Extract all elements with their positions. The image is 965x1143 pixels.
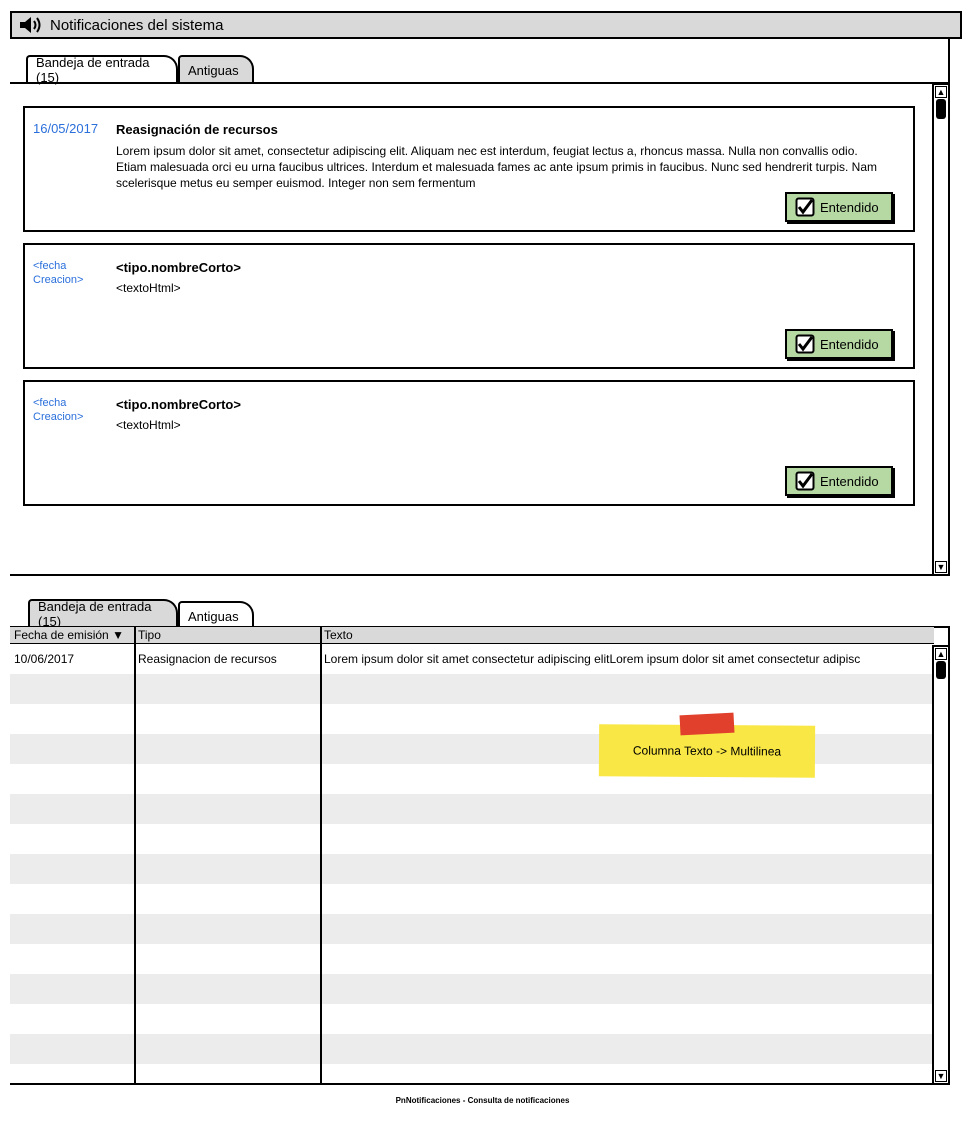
tab-label: Bandeja de entrada (15) — [36, 55, 150, 85]
table-row — [10, 1004, 934, 1034]
button-label: Entendido — [820, 199, 879, 215]
column-divider[interactable] — [134, 627, 136, 1083]
sticky-note-text: Columna Texto -> Multilinea — [632, 743, 782, 759]
entendido-button[interactable]: Entendido — [785, 466, 893, 496]
cell-tipo: Reasignacion de recursos — [138, 652, 277, 666]
tab-divider — [10, 82, 950, 84]
tab-bandeja-entrada[interactable]: Bandeja de entrada (15) — [28, 599, 178, 629]
cell-fecha: 10/06/2017 — [14, 652, 75, 666]
notification-date: <fecha Creacion> — [33, 397, 84, 423]
notifications-table: Fecha de emisión ▼ Tipo Texto 10/06/2017… — [10, 627, 934, 1085]
scroll-up-arrow-icon[interactable]: ▲ — [935, 648, 947, 660]
table-row — [10, 944, 934, 974]
column-divider[interactable] — [320, 627, 322, 1083]
speaker-icon — [20, 17, 41, 33]
notification-date: 16/05/2017 — [33, 121, 99, 136]
table-row — [10, 1064, 934, 1083]
top-vertical-scrollbar[interactable]: ▲ ▼ — [932, 83, 950, 576]
entendido-button[interactable]: Entendido — [785, 329, 893, 359]
notification-card: <fecha Creacion> <tipo.nombreCorto> <tex… — [23, 243, 915, 369]
button-label: Entendido — [820, 336, 879, 352]
scroll-up-arrow-icon[interactable]: ▲ — [935, 86, 947, 98]
tab-label: Antiguas — [188, 62, 239, 78]
scroll-thumb[interactable] — [936, 661, 946, 679]
column-header-fecha[interactable]: Fecha de emisión ▼ — [14, 628, 124, 642]
sort-desc-icon[interactable]: ▼ — [112, 628, 124, 642]
table-row — [10, 884, 934, 914]
tab-antiguas[interactable]: Antiguas — [178, 55, 254, 83]
scroll-thumb[interactable] — [936, 99, 946, 119]
table-vertical-scrollbar[interactable]: ▲ ▼ — [932, 645, 950, 1085]
notification-body: Lorem ipsum dolor sit amet, consectetur … — [116, 144, 878, 190]
window-titlebar: Notificaciones del sistema — [10, 11, 962, 39]
table-row — [10, 974, 934, 1004]
tab-antiguas[interactable]: Antiguas — [178, 601, 254, 629]
checkbox-checked-icon — [795, 197, 815, 217]
column-label: Fecha de emisión — [14, 628, 109, 642]
table-row[interactable]: 10/06/2017 Reasignacion de recursos Lore… — [10, 644, 934, 674]
column-header-texto[interactable]: Texto — [324, 628, 353, 642]
button-label: Entendido — [820, 473, 879, 489]
notification-card: <fecha Creacion> <tipo.nombreCorto> <tex… — [23, 380, 915, 506]
top-tabbar: Bandeja de entrada (15) Antiguas — [10, 53, 950, 85]
tape-icon — [679, 712, 735, 736]
column-header-tipo[interactable]: Tipo — [138, 628, 161, 642]
table-row — [10, 1034, 934, 1064]
window-title: Notificaciones del sistema — [50, 16, 224, 34]
bottom-tabbar: Bandeja de entrada (15) Antiguas — [28, 599, 268, 629]
checkbox-checked-icon — [795, 334, 815, 354]
table-row — [10, 854, 934, 884]
notification-date: <fecha Creacion> — [33, 260, 84, 286]
notification-title: Reasignación de recursos — [116, 122, 278, 137]
table-header: Fecha de emisión ▼ Tipo Texto — [10, 627, 934, 644]
checkbox-checked-icon — [795, 471, 815, 491]
scroll-down-arrow-icon[interactable]: ▼ — [935, 1070, 947, 1082]
table-row — [10, 674, 934, 704]
frame-line — [948, 627, 950, 647]
table-row — [10, 824, 934, 854]
tab-label: Bandeja de entrada (15) — [38, 599, 152, 629]
scroll-down-arrow-icon[interactable]: ▼ — [935, 561, 947, 573]
tab-bandeja-entrada[interactable]: Bandeja de entrada (15) — [26, 55, 178, 85]
notification-card: 16/05/2017 Reasignación de recursos Lore… — [23, 106, 915, 232]
entendido-button[interactable]: Entendido — [785, 192, 893, 222]
notification-body: <textoHtml> — [116, 418, 181, 432]
notification-title: <tipo.nombreCorto> — [116, 260, 241, 275]
cell-texto: Lorem ipsum dolor sit amet consectetur a… — [324, 652, 861, 666]
notification-body: <textoHtml> — [116, 281, 181, 295]
notification-title: <tipo.nombreCorto> — [116, 397, 241, 412]
page-footer: PnNotificaciones - Consulta de notificac… — [395, 1096, 570, 1105]
table-row — [10, 794, 934, 824]
table-row — [10, 914, 934, 944]
tab-label: Antiguas — [188, 608, 239, 624]
